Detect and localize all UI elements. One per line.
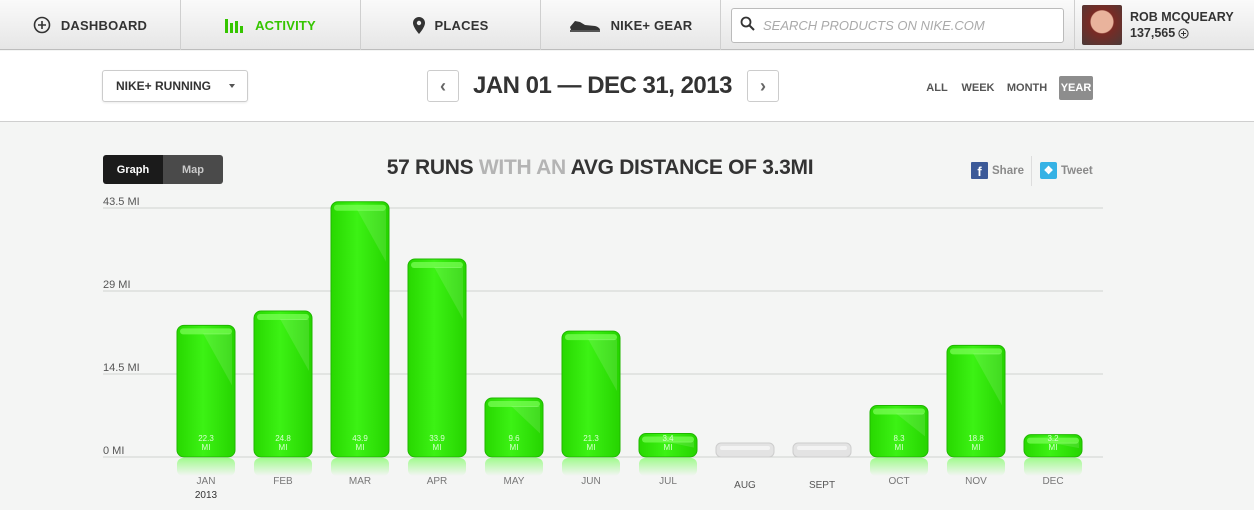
bar-reflection (870, 458, 928, 476)
bar-reflection (485, 458, 543, 476)
nav-activity-label: ACTIVITY (255, 17, 316, 33)
facebook-share-button[interactable]: f Share (971, 162, 1024, 179)
search-input[interactable] (763, 18, 1053, 33)
range-year-button[interactable]: YEAR (1059, 76, 1093, 100)
date-range-title: JAN 01 — DEC 31, 2013 (473, 72, 732, 99)
user-profile[interactable]: ROB MCQUEARY 137,565 (1074, 0, 1254, 50)
plus-circle-icon (33, 16, 51, 34)
bar-value-label: 3.2 (1047, 434, 1059, 443)
month-label: MAR (349, 476, 371, 487)
activity-type-value: NIKE+ RUNNING (116, 79, 212, 93)
nav-gear-label: NIKE+ GEAR (610, 17, 693, 33)
y-tick-label: 0 MI (103, 445, 124, 457)
bar-reflection (639, 458, 697, 476)
y-tick-label: 14.5 MI (103, 362, 140, 374)
chevron-left-icon: ‹ (440, 75, 446, 96)
bar-unit-label: MI (664, 443, 673, 452)
twitter-bird-icon: ❖ (1040, 162, 1057, 179)
bar-unit-label: MI (587, 443, 596, 452)
bar-reflection (177, 458, 235, 476)
bar-unit-label: MI (202, 443, 211, 452)
search-box[interactable] (731, 8, 1064, 43)
chevron-right-icon: › (760, 75, 766, 96)
month-label: JUN (581, 476, 600, 487)
view-toggle: Graph Map (103, 155, 223, 184)
bar-value-label: 43.9 (352, 434, 368, 443)
headline-runs: 57 RUNS (386, 156, 474, 179)
month-label: APR (427, 476, 448, 487)
facebook-icon: f (971, 162, 988, 179)
nav-activity[interactable]: ACTIVITY (181, 0, 361, 50)
range-month-button[interactable]: MONTH (1007, 76, 1047, 100)
bar-reflection (947, 458, 1005, 476)
user-name: ROB MCQUEARY (1130, 10, 1234, 24)
month-label: FEB (273, 476, 293, 487)
bar-value-label: 18.8 (968, 434, 984, 443)
plus-circle-small-icon (1178, 27, 1189, 39)
bar-value-label: 21.3 (583, 434, 599, 443)
user-points: 137,565 (1130, 26, 1189, 40)
y-tick-label: 43.5 MI (103, 196, 140, 208)
month-label: SEPT (809, 480, 835, 491)
nav-gear[interactable]: NIKE+ GEAR (541, 0, 721, 50)
activity-bar-chart: 43.5 MI29 MI14.5 MI0 MI22.3MIJAN24.8MIFE… (103, 196, 1103, 501)
tweet-button[interactable]: ❖ Tweet (1040, 162, 1093, 179)
filter-bar: NIKE+ RUNNING ‹ JAN 01 — DEC 31, 2013 › … (0, 51, 1254, 122)
bar-reflection (254, 458, 312, 476)
range-week-button[interactable]: WEEK (960, 76, 996, 100)
bar-value-label: 24.8 (275, 434, 291, 443)
empty-bar-highlight (797, 446, 847, 450)
bar-reflection (331, 458, 389, 476)
bar-unit-label: MI (895, 443, 904, 452)
bar-value-label: 22.3 (198, 434, 214, 443)
nav-dashboard-label: DASHBOARD (60, 17, 148, 33)
bar-reflection (1024, 458, 1082, 476)
next-period-button[interactable]: › (747, 70, 779, 102)
bar-value-label: 8.3 (893, 434, 905, 443)
month-label: JAN (197, 476, 216, 487)
bar-unit-label: MI (279, 443, 288, 452)
map-pin-icon (412, 16, 425, 34)
bar-unit-label: MI (1049, 443, 1058, 452)
summary-headline: 57 RUNS WITH AN AVG DISTANCE OF 3.3MI (370, 156, 830, 180)
prev-period-button[interactable]: ‹ (427, 70, 459, 102)
month-label: MAY (504, 476, 525, 487)
y-tick-label: 29 MI (103, 279, 131, 291)
bar-unit-label: MI (356, 443, 365, 452)
month-label: JUL (659, 476, 677, 487)
range-all-button[interactable]: ALL (924, 76, 950, 100)
nav-places[interactable]: PLACES (361, 0, 541, 50)
shoe-icon (569, 18, 601, 32)
nav-dashboard[interactable]: DASHBOARD (0, 0, 181, 50)
bar-unit-label: MI (433, 443, 442, 452)
search-icon (740, 16, 755, 36)
map-view-button[interactable]: Map (163, 155, 223, 184)
bar-value-label: 33.9 (429, 434, 445, 443)
month-label: DEC (1042, 476, 1063, 487)
bar-unit-label: MI (510, 443, 519, 452)
avatar[interactable] (1082, 5, 1122, 45)
headline-connector: WITH AN (473, 156, 571, 179)
bar-reflection (562, 458, 620, 476)
bar-unit-label: MI (972, 443, 981, 452)
tweet-label: Tweet (1061, 164, 1093, 177)
share-label: Share (992, 164, 1024, 177)
month-label: AUG (734, 480, 756, 491)
activity-type-select[interactable]: NIKE+ RUNNING (102, 70, 248, 102)
social-divider (1031, 156, 1032, 186)
bar-value-label: 9.6 (508, 434, 520, 443)
empty-bar-highlight (720, 446, 770, 450)
headline-avg: AVG DISTANCE OF 3.3MI (570, 156, 814, 179)
bar-value-label: 3.4 (662, 434, 674, 443)
month-label: NOV (965, 476, 987, 487)
graph-view-button[interactable]: Graph (103, 155, 163, 184)
bars-icon (225, 17, 245, 33)
nav-places-label: PLACES (434, 17, 489, 33)
year-label: 2013 (195, 490, 218, 501)
bar-reflection (408, 458, 466, 476)
user-points-value: 137,565 (1130, 26, 1176, 40)
top-nav: DASHBOARD ACTIVITY PLACES NIKE+ GEAR ROB… (0, 0, 1254, 50)
month-label: OCT (888, 476, 909, 487)
caret-down-icon (229, 84, 235, 88)
